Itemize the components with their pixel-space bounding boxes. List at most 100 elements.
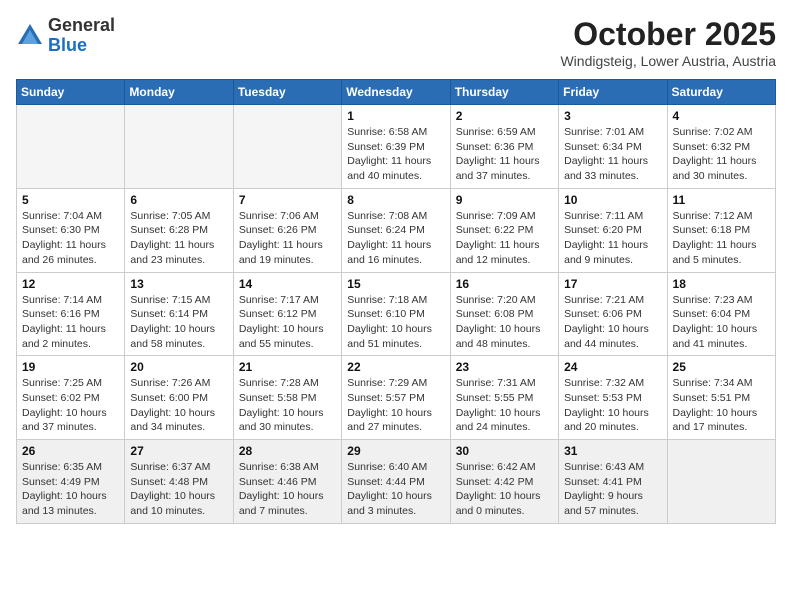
weekday-header-thursday: Thursday: [450, 80, 558, 105]
day-number: 23: [456, 360, 553, 374]
calendar-cell: [17, 105, 125, 189]
calendar-cell: 12 Sunrise: 7:14 AM Sunset: 6:16 PM Dayli…: [17, 272, 125, 356]
day-info: Sunrise: 7:08 AM Sunset: 6:24 PM Dayligh…: [347, 209, 444, 268]
calendar-cell: [125, 105, 233, 189]
calendar-cell: 5Sunrise: 7:04 AM Sunset: 6:30 PM Daylig…: [17, 188, 125, 272]
calendar-cell: 4 Sunrise: 7:02 AM Sunset: 6:32 PM Daylig…: [667, 105, 775, 189]
weekday-header-saturday: Saturday: [667, 80, 775, 105]
logo: General Blue: [16, 16, 115, 56]
day-number: 6: [130, 193, 227, 207]
day-info: Sunrise: 7:17 AM Sunset: 6:12 PM Dayligh…: [239, 293, 336, 352]
calendar-cell: 1 Sunrise: 6:58 AM Sunset: 6:39 PM Daylig…: [342, 105, 450, 189]
day-number: 21: [239, 360, 336, 374]
day-info: Sunrise: 6:35 AM Sunset: 4:49 PM Dayligh…: [22, 460, 119, 519]
day-number: 30: [456, 444, 553, 458]
day-number: 4: [673, 109, 770, 123]
weekday-header-sunday: Sunday: [17, 80, 125, 105]
day-number: 11: [673, 193, 770, 207]
calendar-cell: [233, 105, 341, 189]
calendar-cell: [667, 440, 775, 524]
calendar-cell: 3Sunrise: 7:01 AM Sunset: 6:34 PM Daylig…: [559, 105, 667, 189]
day-info: Sunrise: 7:20 AM Sunset: 6:08 PM Dayligh…: [456, 293, 553, 352]
calendar-cell: 14 Sunrise: 7:17 AM Sunset: 6:12 PM Dayli…: [233, 272, 341, 356]
calendar-cell: 26Sunrise: 6:35 AM Sunset: 4:49 PM Dayli…: [17, 440, 125, 524]
day-info: Sunrise: 7:31 AM Sunset: 5:55 PM Dayligh…: [456, 376, 553, 435]
weekday-header-row: SundayMondayTuesdayWednesdayThursdayFrid…: [17, 80, 776, 105]
day-number: 5: [22, 193, 119, 207]
day-info: Sunrise: 7:09 AM Sunset: 6:22 PM Dayligh…: [456, 209, 553, 268]
month-title: October 2025: [560, 16, 776, 53]
day-number: 27: [130, 444, 227, 458]
calendar-cell: 15 Sunrise: 7:18 AM Sunset: 6:10 PM Dayli…: [342, 272, 450, 356]
calendar-cell: 27 Sunrise: 6:37 AM Sunset: 4:48 PM Dayli…: [125, 440, 233, 524]
calendar-cell: 7 Sunrise: 7:06 AM Sunset: 6:26 PM Daylig…: [233, 188, 341, 272]
day-number: 14: [239, 277, 336, 291]
day-number: 10: [564, 193, 661, 207]
calendar-cell: 31 Sunrise: 6:43 AM Sunset: 4:41 PM Dayli…: [559, 440, 667, 524]
calendar-cell: 24Sunrise: 7:32 AM Sunset: 5:53 PM Dayli…: [559, 356, 667, 440]
day-number: 8: [347, 193, 444, 207]
calendar-cell: 18 Sunrise: 7:23 AM Sunset: 6:04 PM Dayli…: [667, 272, 775, 356]
day-number: 3: [564, 109, 661, 123]
day-info: Sunrise: 7:05 AM Sunset: 6:28 PM Dayligh…: [130, 209, 227, 268]
day-info: Sunrise: 6:43 AM Sunset: 4:41 PM Dayligh…: [564, 460, 661, 519]
calendar-cell: 13Sunrise: 7:15 AM Sunset: 6:14 PM Dayli…: [125, 272, 233, 356]
day-info: Sunrise: 6:59 AM Sunset: 6:36 PM Dayligh…: [456, 125, 553, 184]
calendar-cell: 2 Sunrise: 6:59 AM Sunset: 6:36 PM Daylig…: [450, 105, 558, 189]
calendar-cell: 23 Sunrise: 7:31 AM Sunset: 5:55 PM Dayli…: [450, 356, 558, 440]
day-number: 13: [130, 277, 227, 291]
calendar-cell: 29Sunrise: 6:40 AM Sunset: 4:44 PM Dayli…: [342, 440, 450, 524]
day-info: Sunrise: 6:40 AM Sunset: 4:44 PM Dayligh…: [347, 460, 444, 519]
weekday-header-monday: Monday: [125, 80, 233, 105]
day-info: Sunrise: 7:32 AM Sunset: 5:53 PM Dayligh…: [564, 376, 661, 435]
calendar-cell: 22Sunrise: 7:29 AM Sunset: 5:57 PM Dayli…: [342, 356, 450, 440]
day-number: 12: [22, 277, 119, 291]
week-row-4: 26Sunrise: 6:35 AM Sunset: 4:49 PM Dayli…: [17, 440, 776, 524]
day-number: 15: [347, 277, 444, 291]
day-number: 16: [456, 277, 553, 291]
day-info: Sunrise: 7:25 AM Sunset: 6:02 PM Dayligh…: [22, 376, 119, 435]
day-number: 9: [456, 193, 553, 207]
day-number: 2: [456, 109, 553, 123]
day-number: 1: [347, 109, 444, 123]
day-number: 18: [673, 277, 770, 291]
day-number: 22: [347, 360, 444, 374]
day-info: Sunrise: 6:38 AM Sunset: 4:46 PM Dayligh…: [239, 460, 336, 519]
week-row-0: 1 Sunrise: 6:58 AM Sunset: 6:39 PM Daylig…: [17, 105, 776, 189]
day-info: Sunrise: 7:34 AM Sunset: 5:51 PM Dayligh…: [673, 376, 770, 435]
weekday-header-friday: Friday: [559, 80, 667, 105]
day-info: Sunrise: 7:26 AM Sunset: 6:00 PM Dayligh…: [130, 376, 227, 435]
calendar-cell: 6 Sunrise: 7:05 AM Sunset: 6:28 PM Daylig…: [125, 188, 233, 272]
weekday-header-tuesday: Tuesday: [233, 80, 341, 105]
title-section: October 2025 Windigsteig, Lower Austria,…: [560, 16, 776, 69]
day-info: Sunrise: 6:37 AM Sunset: 4:48 PM Dayligh…: [130, 460, 227, 519]
page-header: General Blue October 2025 Windigsteig, L…: [16, 16, 776, 69]
day-info: Sunrise: 6:58 AM Sunset: 6:39 PM Dayligh…: [347, 125, 444, 184]
day-info: Sunrise: 7:06 AM Sunset: 6:26 PM Dayligh…: [239, 209, 336, 268]
calendar-cell: 8 Sunrise: 7:08 AM Sunset: 6:24 PM Daylig…: [342, 188, 450, 272]
day-number: 20: [130, 360, 227, 374]
calendar-cell: 16 Sunrise: 7:20 AM Sunset: 6:08 PM Dayli…: [450, 272, 558, 356]
calendar-cell: 17Sunrise: 7:21 AM Sunset: 6:06 PM Dayli…: [559, 272, 667, 356]
calendar-cell: 28 Sunrise: 6:38 AM Sunset: 4:46 PM Dayli…: [233, 440, 341, 524]
calendar-cell: 30Sunrise: 6:42 AM Sunset: 4:42 PM Dayli…: [450, 440, 558, 524]
logo-general-text: General: [48, 16, 115, 36]
day-info: Sunrise: 7:11 AM Sunset: 6:20 PM Dayligh…: [564, 209, 661, 268]
calendar-cell: 21 Sunrise: 7:28 AM Sunset: 5:58 PM Dayli…: [233, 356, 341, 440]
week-row-2: 12 Sunrise: 7:14 AM Sunset: 6:16 PM Dayli…: [17, 272, 776, 356]
day-number: 19: [22, 360, 119, 374]
day-info: Sunrise: 7:18 AM Sunset: 6:10 PM Dayligh…: [347, 293, 444, 352]
day-info: Sunrise: 7:02 AM Sunset: 6:32 PM Dayligh…: [673, 125, 770, 184]
day-number: 7: [239, 193, 336, 207]
day-number: 31: [564, 444, 661, 458]
location-title: Windigsteig, Lower Austria, Austria: [560, 53, 776, 69]
day-info: Sunrise: 7:23 AM Sunset: 6:04 PM Dayligh…: [673, 293, 770, 352]
weekday-header-wednesday: Wednesday: [342, 80, 450, 105]
day-number: 28: [239, 444, 336, 458]
day-info: Sunrise: 7:12 AM Sunset: 6:18 PM Dayligh…: [673, 209, 770, 268]
calendar-cell: 11 Sunrise: 7:12 AM Sunset: 6:18 PM Dayli…: [667, 188, 775, 272]
day-number: 25: [673, 360, 770, 374]
day-info: Sunrise: 7:28 AM Sunset: 5:58 PM Dayligh…: [239, 376, 336, 435]
day-info: Sunrise: 7:14 AM Sunset: 6:16 PM Dayligh…: [22, 293, 119, 352]
day-info: Sunrise: 7:21 AM Sunset: 6:06 PM Dayligh…: [564, 293, 661, 352]
